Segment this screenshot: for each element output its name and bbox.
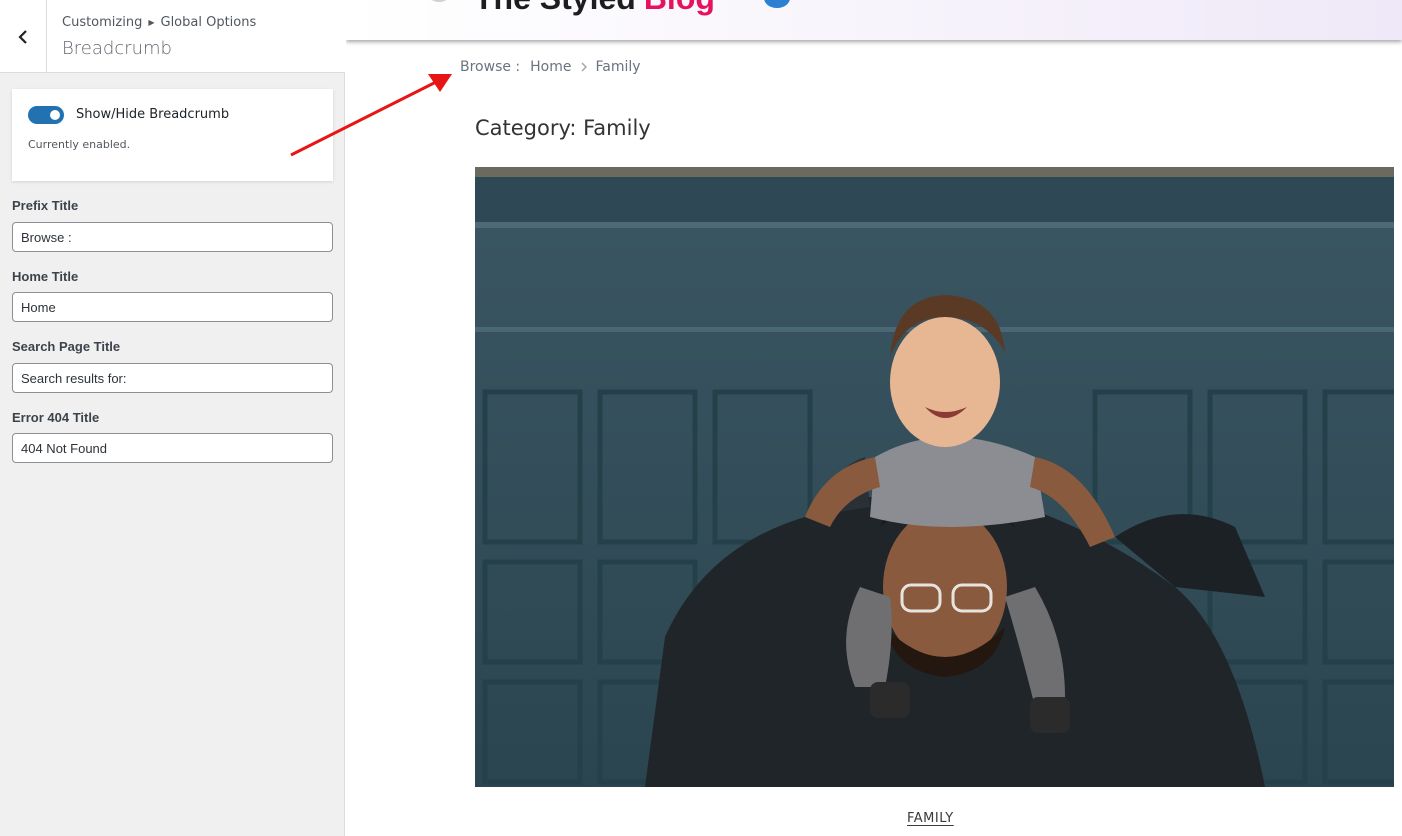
search-page-title-input[interactable] xyxy=(12,363,333,393)
breadcrumb-home-link[interactable]: Home xyxy=(530,59,571,75)
breadcrumb: Browse : Home Family xyxy=(460,59,641,75)
home-title-label: Home Title xyxy=(12,269,79,284)
featured-image[interactable] xyxy=(475,167,1394,787)
toggle-knob xyxy=(50,110,60,120)
breadcrumb-toggle-card: Show/Hide Breadcrumb Currently enabled. xyxy=(12,89,333,181)
page-heading: Category: Family xyxy=(475,116,651,141)
site-title-accent: Blog xyxy=(644,0,715,16)
chevron-left-icon xyxy=(18,29,27,44)
chevron-right-icon xyxy=(580,61,588,73)
section-title: Breadcrumb xyxy=(62,38,172,59)
site-title-main: The Styled xyxy=(474,0,636,16)
site-title[interactable]: The Styled Blog xyxy=(474,0,715,17)
breadcrumb-prefix: Browse : xyxy=(460,59,521,75)
customizer-panel: Customizing ▶ Global Options Breadcrumb Sh… xyxy=(0,0,345,836)
breadcrumb-root: Customizing xyxy=(62,15,143,30)
toggle-description: Currently enabled. xyxy=(28,138,131,151)
home-title-input[interactable] xyxy=(12,292,333,322)
featured-image-illustration xyxy=(475,167,1394,787)
breadcrumb-current: Family xyxy=(595,59,641,75)
back-button[interactable] xyxy=(0,0,47,73)
site-preview: The Styled Blog Browse : Home Family Cate… xyxy=(346,0,1402,836)
customizer-breadcrumb: Customizing ▶ Global Options xyxy=(62,15,256,30)
prefix-title-label: Prefix Title xyxy=(12,198,79,213)
site-header: The Styled Blog xyxy=(346,0,1402,40)
prefix-title-input[interactable] xyxy=(12,222,333,252)
show-hide-breadcrumb-toggle[interactable] xyxy=(28,106,64,124)
error-404-title-label: Error 404 Title xyxy=(12,410,100,425)
customizer-header: Customizing ▶ Global Options Breadcrumb xyxy=(0,0,345,73)
header-circle-icon[interactable] xyxy=(764,0,790,8)
triangle-right-icon: ▶ xyxy=(148,18,155,27)
breadcrumb-parent: Global Options xyxy=(160,15,257,30)
category-tag-link[interactable]: FAMILY xyxy=(907,811,954,826)
search-page-title-label: Search Page Title xyxy=(12,339,121,354)
toggle-label: Show/Hide Breadcrumb xyxy=(76,107,230,122)
site-logo[interactable] xyxy=(428,0,450,2)
error-404-title-input[interactable] xyxy=(12,433,333,463)
